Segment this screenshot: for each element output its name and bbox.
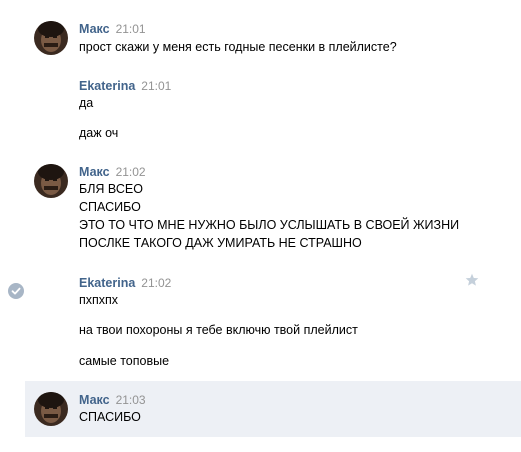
message-text: БЛЯ ВСЕО: [79, 182, 143, 196]
author-name[interactable]: Макс: [79, 393, 110, 407]
avatar[interactable]: [34, 392, 68, 426]
author-name[interactable]: Макс: [79, 22, 110, 36]
message-text: ЭТО ТО ЧТО МНЕ НУЖНО БЫЛО УСЛЫШАТЬ В СВО…: [79, 218, 460, 232]
message-text: пхпхпх: [79, 293, 119, 307]
author-name[interactable]: Ekaterina: [79, 79, 135, 93]
message-text: ПОСЛКЕ ТАКОГО ДАЖ УМИРАТЬ НЕ СТРАШНО: [79, 236, 362, 250]
message-text: даж оч: [79, 126, 119, 140]
author-line: Ekaterina 21:02: [79, 275, 171, 291]
message-group-selected[interactable]: Макс 21:03 СПАСИБО: [0, 381, 521, 437]
message-text: СПАСИБО: [79, 200, 141, 214]
message-text: на твои похороны я тебе включю твой плей…: [79, 323, 358, 337]
message-time[interactable]: 21:03: [116, 393, 146, 407]
message-text: прост скажи у меня есть годные песенки в…: [79, 40, 397, 54]
message-time[interactable]: 21:02: [141, 276, 171, 290]
author-name[interactable]: Макс: [79, 165, 110, 179]
message-time[interactable]: 21:02: [116, 165, 146, 179]
message-time[interactable]: 21:01: [116, 22, 146, 36]
star-icon[interactable]: [465, 273, 479, 287]
message-text: самые топовые: [79, 354, 170, 368]
author-line: Макс 21:02: [79, 164, 146, 180]
avatar[interactable]: [34, 21, 68, 55]
author-name[interactable]: Ekaterina: [79, 276, 135, 290]
chat-history: Макс 21:01 прост скажи у меня есть годные…: [0, 0, 521, 452]
author-line: Ekaterina 21:01: [79, 78, 171, 94]
author-line: Макс 21:01: [79, 21, 146, 37]
message-time[interactable]: 21:01: [141, 79, 171, 93]
message-text: СПАСИБО: [79, 410, 141, 424]
avatar[interactable]: [34, 164, 68, 198]
message-text: да: [79, 96, 94, 110]
check-circle-icon[interactable]: [8, 283, 24, 299]
author-line: Макс 21:03: [79, 392, 146, 408]
